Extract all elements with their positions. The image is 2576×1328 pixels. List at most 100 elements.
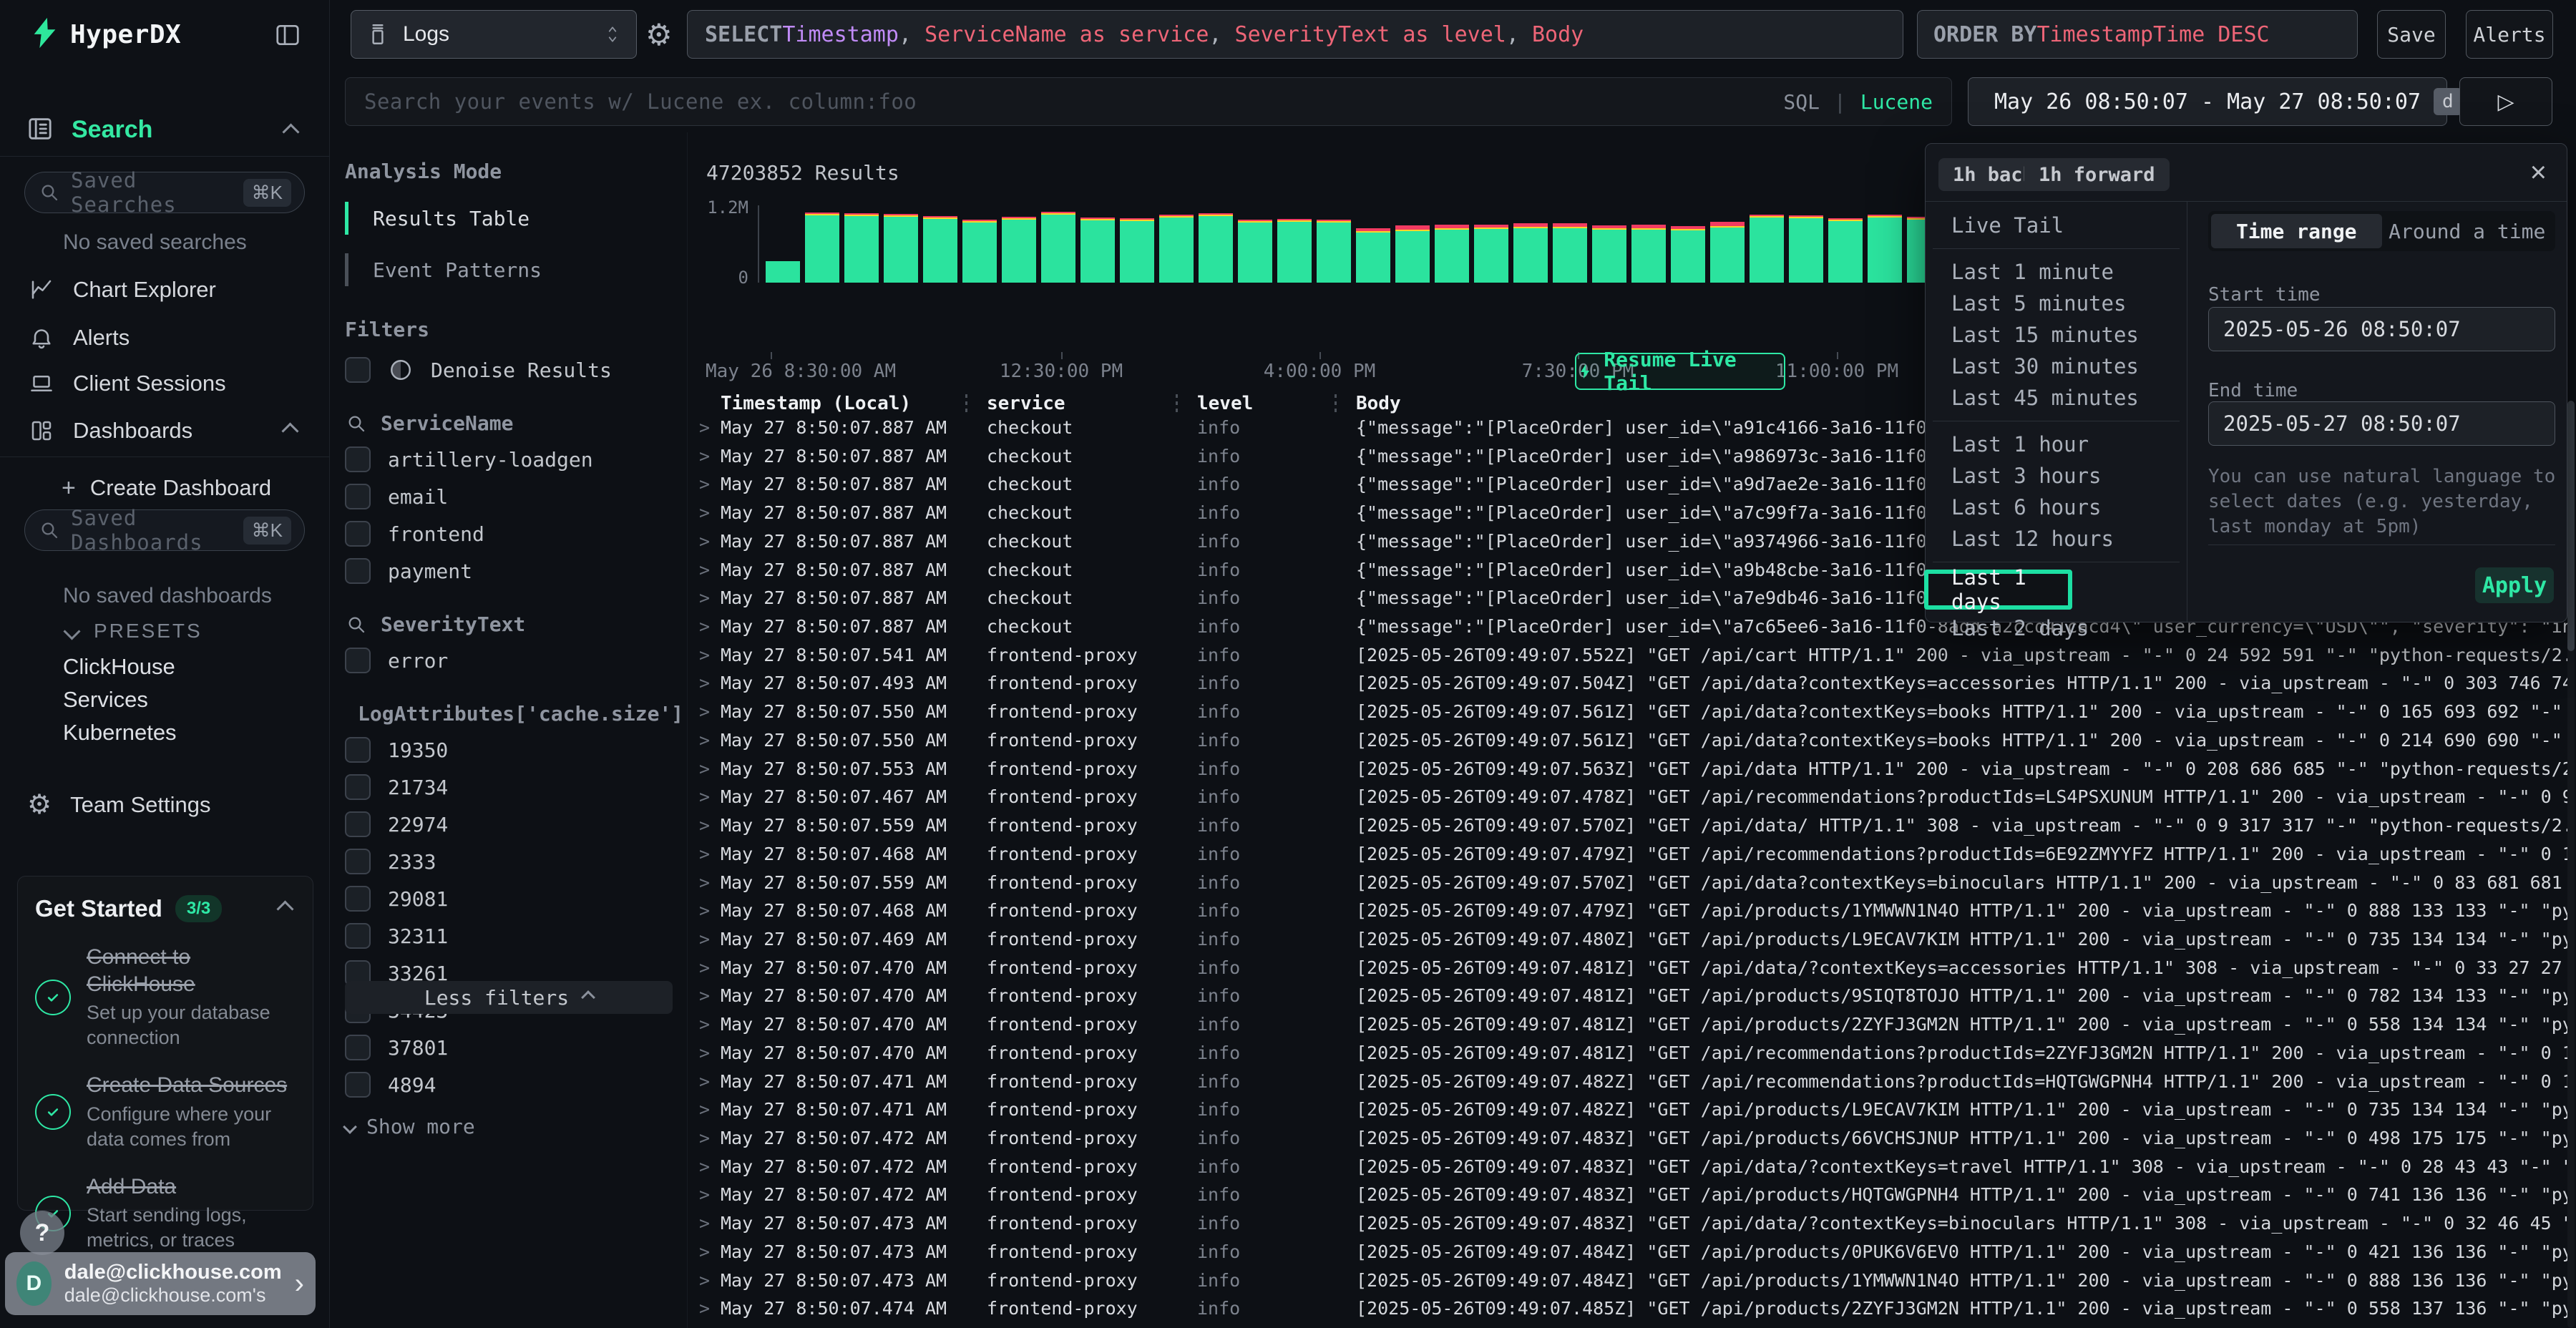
expand-row-icon[interactable]: > xyxy=(699,730,710,751)
sidebar-item-alerts[interactable]: Alerts xyxy=(0,317,329,358)
filter-value-row[interactable]: 2333 xyxy=(345,849,673,874)
table-row[interactable]: >May 27 8:50:07.559 AMfrontend-proxyinfo… xyxy=(688,869,2576,897)
column-resizer[interactable] xyxy=(1335,394,1337,413)
expand-row-icon[interactable]: > xyxy=(699,786,710,807)
checkbox[interactable] xyxy=(345,849,371,874)
run-search-button[interactable]: ▷ xyxy=(2459,77,2552,126)
expand-row-icon[interactable]: > xyxy=(699,474,710,494)
expand-row-icon[interactable]: > xyxy=(699,1241,710,1262)
less-filters-button[interactable]: Less filters xyxy=(345,981,673,1014)
checkbox[interactable] xyxy=(345,357,371,383)
checkbox[interactable] xyxy=(345,484,371,509)
table-row[interactable]: >May 27 8:50:07.471 AMfrontend-proxyinfo… xyxy=(688,1095,2576,1124)
saved-searches-input[interactable]: Saved Searches ⌘K xyxy=(24,172,305,213)
time-option-last-1-hour[interactable]: Last 1 hour xyxy=(1926,429,2187,460)
mode-sql-toggle[interactable]: SQL xyxy=(1783,90,1820,114)
expand-row-icon[interactable]: > xyxy=(699,1298,710,1319)
filter-value-row[interactable]: artillery-loadgen xyxy=(345,446,673,472)
time-option-last-45-minutes[interactable]: Last 45 minutes xyxy=(1926,382,2187,414)
table-row[interactable]: >May 27 8:50:07.470 AMfrontend-proxyinfo… xyxy=(688,982,2576,1010)
col-level[interactable]: level xyxy=(1197,393,1253,414)
preset-services[interactable]: Services xyxy=(63,684,148,716)
table-row[interactable]: >May 27 8:50:07.474 AMfrontend-proxyinfo… xyxy=(688,1294,2576,1323)
tab-around-a-time[interactable]: Around a time xyxy=(2382,214,2553,248)
get-started-header[interactable]: Get Started 3/3 xyxy=(35,895,296,922)
histogram-bar[interactable] xyxy=(1789,215,1823,283)
filter-value-row[interactable]: 32311 xyxy=(345,923,673,949)
table-row[interactable]: >May 27 8:50:07.467 AMfrontend-proxyinfo… xyxy=(688,783,2576,811)
preset-kubernetes[interactable]: Kubernetes xyxy=(63,717,177,748)
time-option-last-1-minute[interactable]: Last 1 minute xyxy=(1926,256,2187,288)
table-row[interactable]: >May 27 8:50:07.473 AMfrontend-proxyinfo… xyxy=(688,1266,2576,1295)
expand-row-icon[interactable]: > xyxy=(699,502,710,523)
histogram-bar[interactable] xyxy=(962,220,997,283)
checkbox[interactable] xyxy=(345,521,371,547)
column-resizer[interactable] xyxy=(1176,394,1178,413)
histogram-bar[interactable] xyxy=(1395,225,1430,283)
table-row[interactable]: >May 27 8:50:07.469 AMfrontend-proxyinfo… xyxy=(688,925,2576,954)
histogram-bar[interactable] xyxy=(844,213,879,283)
histogram-bar[interactable] xyxy=(1120,218,1154,283)
expand-row-icon[interactable]: > xyxy=(699,957,710,978)
close-icon[interactable]: × xyxy=(2530,157,2547,189)
sidebar-item-search[interactable]: Search xyxy=(0,107,329,153)
shift-1h-forward-button[interactable]: 1h forward xyxy=(2024,158,2170,191)
table-row[interactable]: >May 27 8:50:07.559 AMfrontend-proxyinfo… xyxy=(688,811,2576,840)
histogram-bar[interactable] xyxy=(1435,225,1469,283)
table-row[interactable]: >May 27 8:50:07.471 AMfrontend-proxyinfo… xyxy=(688,1068,2576,1096)
get-started-item[interactable]: Create Data SourcesConfigure where your … xyxy=(35,1072,296,1152)
table-row[interactable]: >May 27 8:50:07.473 AMfrontend-proxyinfo… xyxy=(688,1238,2576,1266)
chevron-up-icon[interactable] xyxy=(281,422,298,439)
mode-lucene-toggle[interactable]: Lucene xyxy=(1860,90,1933,114)
histogram-bar[interactable] xyxy=(1199,213,1233,283)
checkbox[interactable] xyxy=(345,446,371,472)
checkbox[interactable] xyxy=(345,648,371,673)
histogram-bar[interactable] xyxy=(766,261,800,283)
filter-value-row[interactable]: 22974 xyxy=(345,811,673,837)
expand-row-icon[interactable]: > xyxy=(699,560,710,580)
time-option-last-1-days[interactable]: Last 1 days xyxy=(1924,570,2072,610)
user-account-chip[interactable]: D dale@clickhouse.com dale@clickhouse.co… xyxy=(5,1252,316,1315)
checkbox[interactable] xyxy=(345,737,371,763)
histogram-bar[interactable] xyxy=(1080,218,1115,283)
expand-row-icon[interactable]: > xyxy=(699,673,710,693)
table-row[interactable]: >May 27 8:50:07.468 AMfrontend-proxyinfo… xyxy=(688,897,2576,925)
saved-dashboards-input[interactable]: Saved Dashboards ⌘K xyxy=(24,509,305,551)
histogram-bar[interactable] xyxy=(1710,222,1745,283)
start-time-input[interactable]: 2025-05-26 08:50:07 xyxy=(2208,307,2555,351)
expand-row-icon[interactable]: > xyxy=(699,1099,710,1120)
col-body[interactable]: Body xyxy=(1356,393,1401,414)
histogram-bar[interactable] xyxy=(1002,217,1036,283)
filter-value-row[interactable]: payment xyxy=(345,558,673,584)
table-row[interactable]: >May 27 8:50:07.550 AMfrontend-proxyinfo… xyxy=(688,726,2576,755)
time-option-last-6-hours[interactable]: Last 6 hours xyxy=(1926,492,2187,523)
sidebar-item-chart-explorer[interactable]: Chart Explorer xyxy=(0,269,329,311)
time-option-last-2-days[interactable]: Last 2 days xyxy=(1926,612,2187,644)
expand-row-icon[interactable]: > xyxy=(699,1014,710,1035)
table-row[interactable]: >May 27 8:50:07.472 AMfrontend-proxyinfo… xyxy=(688,1153,2576,1181)
table-row[interactable]: >May 27 8:50:07.468 AMfrontend-proxyinfo… xyxy=(688,840,2576,869)
expand-row-icon[interactable]: > xyxy=(699,417,710,438)
source-select[interactable]: Logs xyxy=(351,10,637,59)
table-row[interactable]: >May 27 8:50:07.472 AMfrontend-proxyinfo… xyxy=(688,1124,2576,1153)
analysis-mode-event-patterns[interactable]: Event Patterns xyxy=(345,253,673,286)
sql-select-editor[interactable]: SELECT Timestamp, ServiceName as service… xyxy=(687,10,1903,59)
expand-row-icon[interactable]: > xyxy=(699,1043,710,1063)
expand-row-icon[interactable]: > xyxy=(699,985,710,1006)
histogram-bar[interactable] xyxy=(1238,220,1272,283)
histogram-bar[interactable] xyxy=(1750,215,1784,283)
time-option-last-3-hours[interactable]: Last 3 hours xyxy=(1926,460,2187,492)
time-option-last-30-minutes[interactable]: Last 30 minutes xyxy=(1926,351,2187,382)
histogram-bar[interactable] xyxy=(1041,212,1075,283)
checkbox[interactable] xyxy=(345,886,371,912)
chevron-up-icon[interactable] xyxy=(276,900,293,917)
table-row[interactable]: >May 27 8:50:07.473 AMfrontend-proxyinfo… xyxy=(688,1209,2576,1238)
table-row[interactable]: >May 27 8:50:07.470 AMfrontend-proxyinfo… xyxy=(688,1039,2576,1068)
histogram-bar[interactable] xyxy=(1828,218,1863,283)
table-row[interactable]: >May 27 8:50:07.553 AMfrontend-proxyinfo… xyxy=(688,755,2576,783)
expand-row-icon[interactable]: > xyxy=(699,1184,710,1205)
get-started-item[interactable]: Add DataStart sending logs, metrics, or … xyxy=(35,1173,296,1254)
resume-live-tail-button[interactable]: Resume Live Tail xyxy=(1575,353,1785,390)
filter-value-row[interactable]: email xyxy=(345,484,673,509)
histogram-bar[interactable] xyxy=(1277,219,1312,283)
